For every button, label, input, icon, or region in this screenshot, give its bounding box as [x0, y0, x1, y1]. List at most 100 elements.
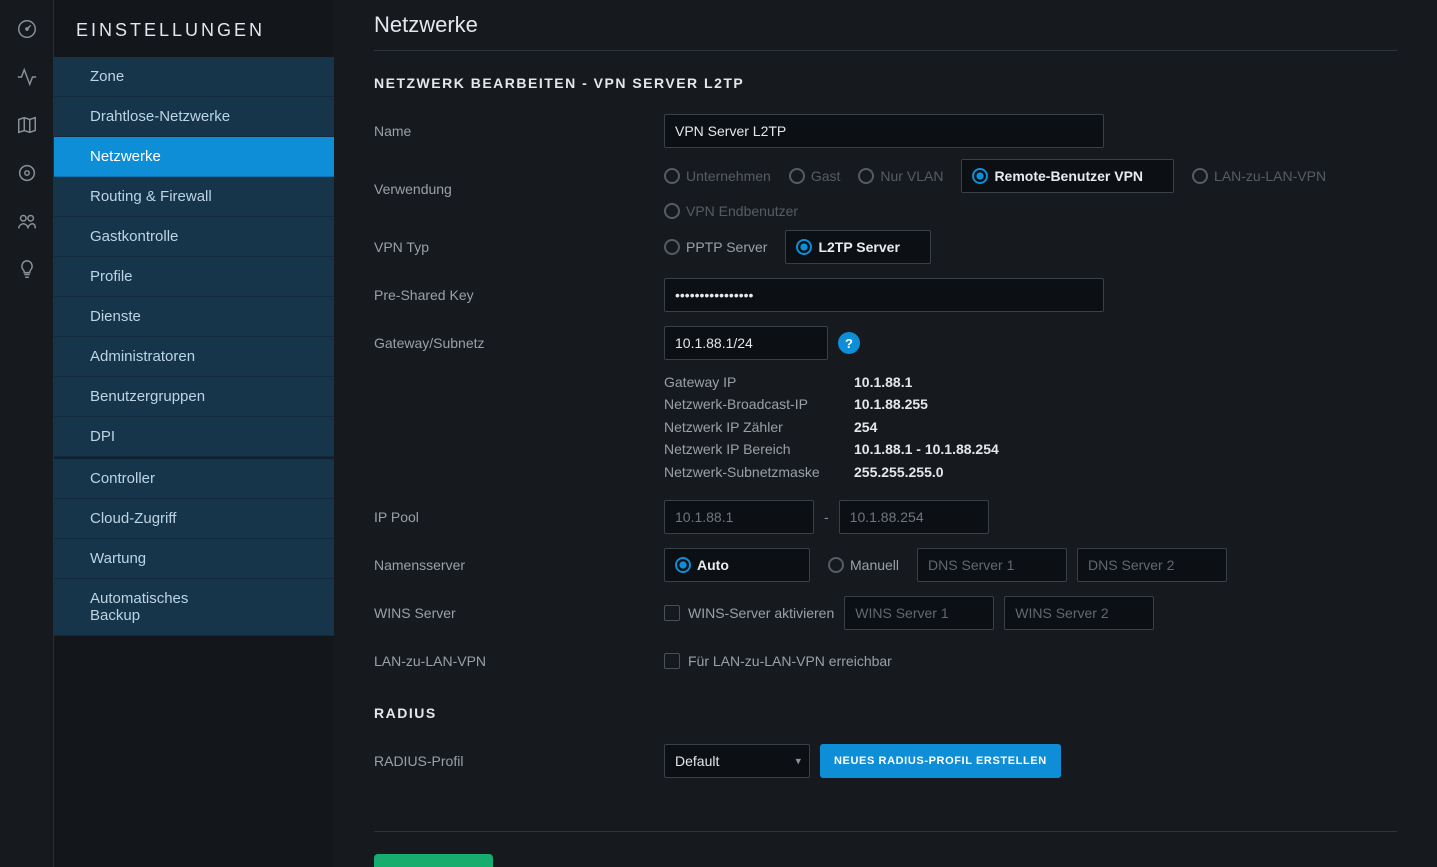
sidebar-item-label: Benutzergruppen — [90, 388, 205, 405]
info-label: Netzwerk-Subnetzmaske — [664, 461, 854, 483]
radio-label: Nur VLAN — [880, 168, 943, 184]
checkbox-label: WINS-Server aktivieren — [688, 605, 834, 621]
sidebar-item-label: Automatisches Backup — [90, 590, 188, 624]
checkbox-icon — [664, 605, 680, 621]
sidebar-item-label: Wartung — [90, 550, 146, 567]
sidebar-item-label: Profile — [90, 268, 133, 285]
sidebar-item-label: Administratoren — [90, 348, 195, 365]
wins2-input[interactable] — [1004, 596, 1154, 630]
label-nameserver: Namensserver — [374, 557, 664, 573]
name-input[interactable] — [664, 114, 1104, 148]
usage-radio-vlan[interactable]: Nur VLAN — [858, 168, 943, 184]
wins-enable-checkbox[interactable]: WINS-Server aktivieren — [664, 605, 834, 621]
radio-icon — [828, 557, 844, 573]
cancel-button[interactable]: ABBRECHEN — [497, 854, 619, 867]
radio-label: Manuell — [850, 557, 899, 573]
label-name: Name — [374, 123, 664, 139]
info-label: Netzwerk-Broadcast-IP — [664, 393, 854, 415]
sidebar-item-label: Cloud-Zugriff — [90, 510, 176, 527]
settings-sidebar: EINSTELLUNGEN Zone Drahtlose-Netzwerke N… — [54, 0, 334, 867]
info-value: 255.255.255.0 — [854, 461, 944, 483]
sidebar-title: EINSTELLUNGEN — [54, 20, 334, 57]
bulb-icon[interactable] — [16, 258, 38, 280]
sidebar-item-guest[interactable]: Gastkontrolle — [54, 217, 334, 257]
sidebar-item-label: Netzwerke — [90, 148, 161, 165]
usage-radio-l2l[interactable]: LAN-zu-LAN-VPN — [1192, 168, 1326, 184]
sidebar-item-usergroups[interactable]: Benutzergruppen — [54, 377, 334, 417]
sidebar-item-networks[interactable]: Netzwerke — [54, 137, 334, 177]
dns2-input[interactable] — [1077, 548, 1227, 582]
label-radius-profile: RADIUS-Profil — [374, 753, 664, 769]
info-value: 10.1.88.255 — [854, 393, 928, 415]
map-icon[interactable] — [16, 114, 38, 136]
radio-icon — [796, 239, 812, 255]
radio-icon — [1192, 168, 1208, 184]
radius-section-title: RADIUS — [374, 705, 1397, 721]
settings-nav: Zone Drahtlose-Netzwerke Netzwerke Routi… — [54, 57, 334, 636]
activity-icon[interactable] — [16, 66, 38, 88]
sidebar-item-label: Dienste — [90, 308, 141, 325]
target-icon[interactable] — [16, 162, 38, 184]
create-radius-profile-button[interactable]: NEUES RADIUS-PROFIL ERSTELLEN — [820, 744, 1061, 778]
info-label: Netzwerk IP Bereich — [664, 438, 854, 460]
checkbox-icon — [664, 653, 680, 669]
label-vpntype: VPN Typ — [374, 239, 664, 255]
save-button[interactable]: SPEICHERN — [374, 854, 493, 867]
chevron-down-icon: ▾ — [795, 754, 801, 767]
ippool-end-input[interactable] — [839, 500, 989, 534]
sidebar-item-wireless[interactable]: Drahtlose-Netzwerke — [54, 97, 334, 137]
section-title: NETZWERK BEARBEITEN - VPN SERVER L2TP — [374, 75, 1397, 91]
wins1-input[interactable] — [844, 596, 994, 630]
radio-label: VPN Endbenutzer — [686, 203, 798, 219]
usage-radio-end[interactable]: VPN Endbenutzer — [664, 203, 798, 219]
ippool-start-input[interactable] — [664, 500, 814, 534]
sidebar-item-dpi[interactable]: DPI — [54, 417, 334, 457]
sidebar-item-maintenance[interactable]: Wartung — [54, 539, 334, 579]
psk-input[interactable] — [664, 278, 1104, 312]
sidebar-item-label: Zone — [90, 68, 124, 85]
ippool-dash: - — [824, 509, 829, 525]
info-value: 10.1.88.1 - 10.1.88.254 — [854, 438, 999, 460]
nameserver-radio-auto[interactable]: Auto — [664, 548, 810, 582]
dns1-input[interactable] — [917, 548, 1067, 582]
sidebar-item-zone[interactable]: Zone — [54, 57, 334, 97]
radio-icon — [789, 168, 805, 184]
sidebar-item-admins[interactable]: Administratoren — [54, 337, 334, 377]
sidebar-item-services[interactable]: Dienste — [54, 297, 334, 337]
radio-icon — [664, 239, 680, 255]
label-psk: Pre-Shared Key — [374, 287, 664, 303]
radio-icon — [858, 168, 874, 184]
sidebar-item-controller[interactable]: Controller — [54, 457, 334, 499]
dashboard-icon[interactable] — [16, 18, 38, 40]
radio-label: L2TP Server — [818, 239, 899, 255]
divider — [374, 50, 1397, 51]
vpntype-radio-pptp[interactable]: PPTP Server — [664, 239, 767, 255]
label-lan2lan: LAN-zu-LAN-VPN — [374, 653, 664, 669]
info-label: Gateway IP — [664, 371, 854, 393]
info-value: 254 — [854, 416, 877, 438]
sidebar-item-cloud[interactable]: Cloud-Zugriff — [54, 499, 334, 539]
radio-label: PPTP Server — [686, 239, 767, 255]
global-iconbar — [0, 0, 54, 867]
label-usage: Verwendung — [374, 181, 664, 197]
label-gateway: Gateway/Subnetz — [374, 335, 664, 351]
users-icon[interactable] — [16, 210, 38, 232]
radio-icon — [972, 168, 988, 184]
usage-radio-corp[interactable]: Unternehmen — [664, 168, 771, 184]
sidebar-item-profile[interactable]: Profile — [54, 257, 334, 297]
usage-radio-remote[interactable]: Remote-Benutzer VPN — [961, 159, 1174, 193]
sidebar-item-autobackup[interactable]: Automatisches Backup — [54, 579, 334, 636]
radio-label: Remote-Benutzer VPN — [994, 168, 1143, 184]
radius-profile-select[interactable]: Default ▾ — [664, 744, 810, 778]
gateway-input[interactable] — [664, 326, 828, 360]
vpntype-radio-l2tp[interactable]: L2TP Server — [785, 230, 931, 264]
usage-radio-guest[interactable]: Gast — [789, 168, 841, 184]
radio-label: Unternehmen — [686, 168, 771, 184]
help-icon[interactable]: ? — [838, 332, 860, 354]
sidebar-item-routing[interactable]: Routing & Firewall — [54, 177, 334, 217]
sidebar-item-label: Gastkontrolle — [90, 228, 178, 245]
checkbox-label: Für LAN-zu-LAN-VPN erreichbar — [688, 653, 892, 669]
lan2lan-checkbox[interactable]: Für LAN-zu-LAN-VPN erreichbar — [664, 653, 892, 669]
page-title: Netzwerke — [374, 12, 1397, 50]
nameserver-radio-manual[interactable]: Manuell — [828, 557, 899, 573]
